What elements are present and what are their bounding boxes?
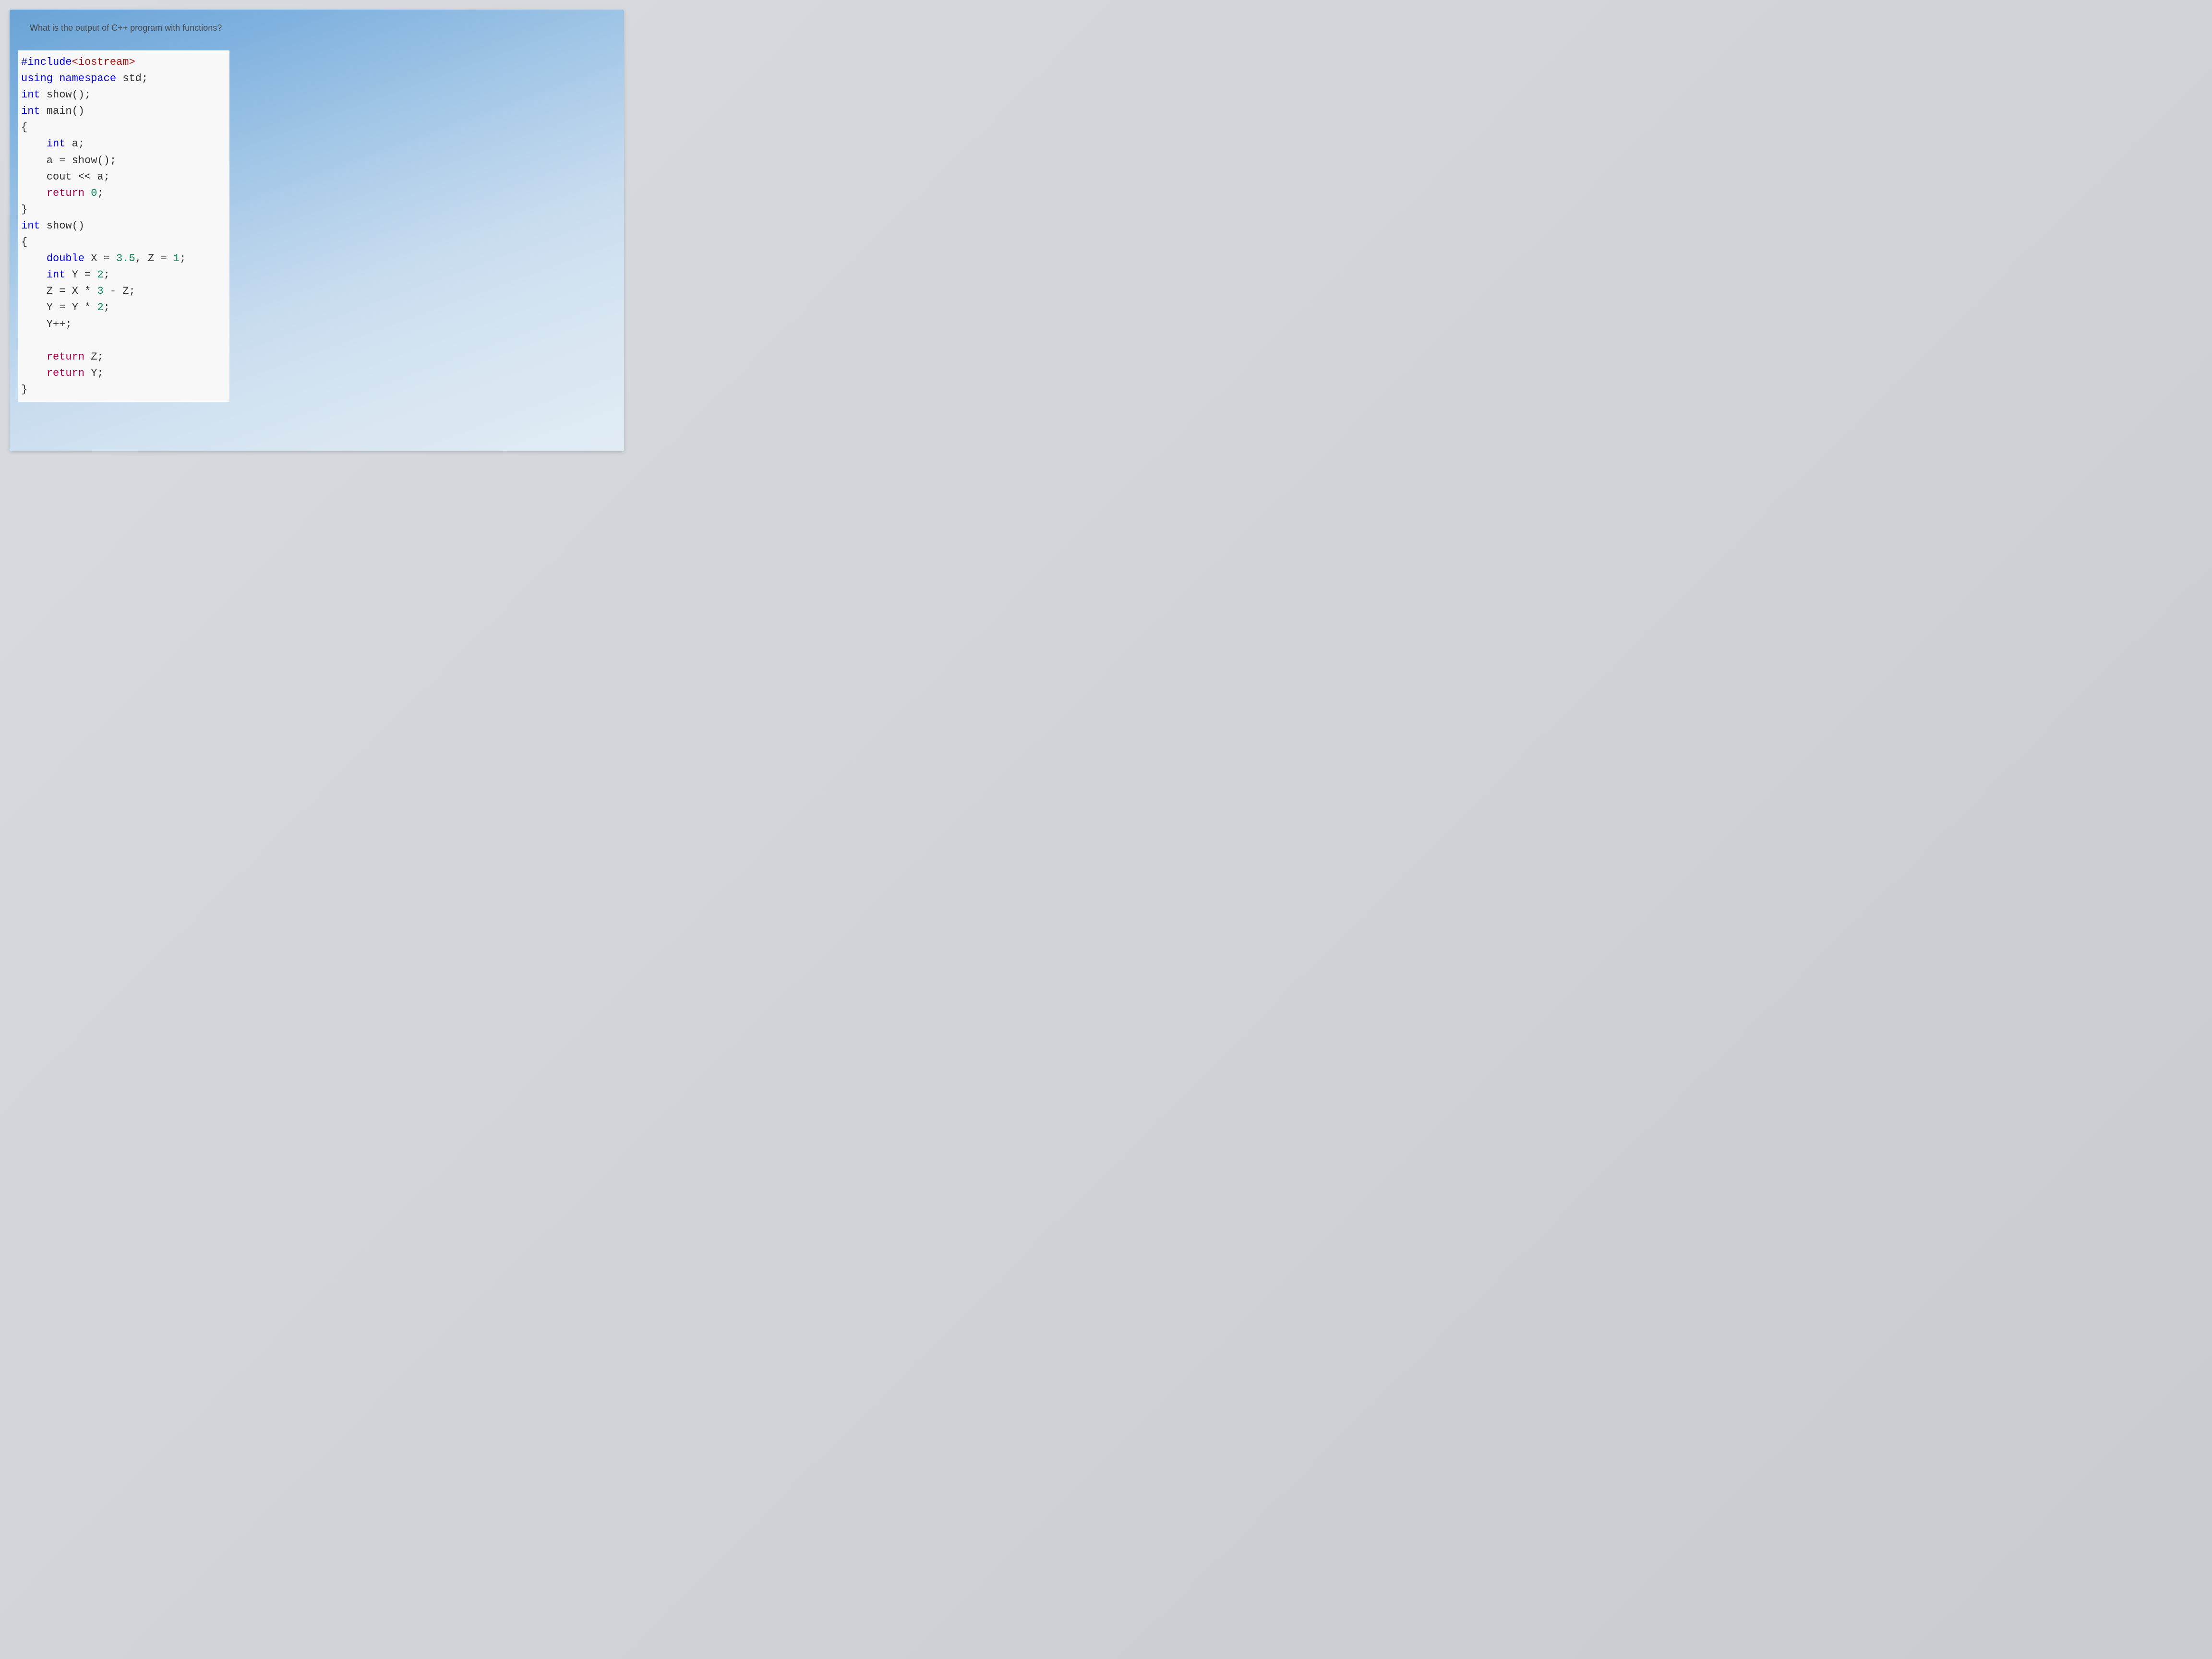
- code-token: ;: [97, 187, 103, 199]
- code-token: [21, 187, 47, 199]
- code-token: Y++;: [21, 318, 72, 330]
- code-token: [84, 187, 91, 199]
- code-line: [21, 333, 224, 349]
- code-token: int: [47, 138, 66, 150]
- code-token: return: [47, 367, 84, 379]
- code-line: using namespace std;: [21, 71, 224, 87]
- question-prompt: What is the output of C++ program with f…: [10, 10, 624, 45]
- code-line: int Y = 2;: [21, 267, 224, 283]
- code-token: cout << a;: [21, 171, 110, 183]
- code-line: return Y;: [21, 365, 224, 382]
- code-token: 3.5: [116, 252, 135, 264]
- code-token: int: [21, 105, 40, 117]
- code-line: int a;: [21, 136, 224, 152]
- code-token: 2: [97, 301, 103, 313]
- code-token: [21, 252, 47, 264]
- code-token: int: [21, 89, 40, 101]
- code-line: }: [21, 382, 224, 398]
- code-token: [21, 351, 47, 363]
- code-line: Y = Y * 2;: [21, 300, 224, 316]
- code-token: [53, 72, 59, 84]
- code-token: return: [47, 187, 84, 199]
- code-line: cout << a;: [21, 169, 224, 185]
- code-line: {: [21, 120, 224, 136]
- code-token: 0: [91, 187, 97, 199]
- code-token: show();: [40, 89, 91, 101]
- question-panel: What is the output of C++ program with f…: [10, 10, 624, 451]
- code-token: [21, 269, 47, 281]
- code-token: {: [21, 236, 27, 248]
- code-line: return 0;: [21, 185, 224, 202]
- code-token: #include: [21, 56, 72, 68]
- code-token: using: [21, 72, 53, 84]
- code-token: ;: [104, 301, 110, 313]
- code-token: 1: [173, 252, 180, 264]
- code-line: int show();: [21, 87, 224, 103]
- code-token: ;: [180, 252, 186, 264]
- code-line: double X = 3.5, Z = 1;: [21, 251, 224, 267]
- code-token: namespace: [59, 72, 116, 84]
- code-token: a = show();: [21, 155, 116, 167]
- code-token: a;: [65, 138, 84, 150]
- code-token: 3: [97, 285, 103, 297]
- code-line: #include<iostream>: [21, 54, 224, 71]
- code-token: [21, 367, 47, 379]
- code-token: - Z;: [104, 285, 135, 297]
- code-token: }: [21, 384, 27, 396]
- code-token: {: [21, 121, 27, 133]
- code-token: <iostream>: [72, 56, 135, 68]
- code-token: [21, 335, 27, 347]
- code-token: Y =: [65, 269, 97, 281]
- code-token: int: [21, 220, 40, 232]
- code-token: Y;: [84, 367, 104, 379]
- code-token: Z = X *: [21, 285, 97, 297]
- code-block: #include<iostream>using namespace std;in…: [18, 50, 229, 402]
- code-line: }: [21, 202, 224, 218]
- code-line: int main(): [21, 103, 224, 120]
- code-token: std;: [116, 72, 148, 84]
- code-token: 2: [97, 269, 103, 281]
- code-line: a = show();: [21, 153, 224, 169]
- code-token: show(): [40, 220, 84, 232]
- code-line: return Z;: [21, 349, 224, 365]
- code-token: X =: [84, 252, 116, 264]
- code-token: int: [47, 269, 66, 281]
- code-token: [21, 138, 47, 150]
- code-line: int show(): [21, 218, 224, 234]
- code-token: Z;: [84, 351, 104, 363]
- code-token: }: [21, 204, 27, 216]
- code-line: Z = X * 3 - Z;: [21, 283, 224, 300]
- code-token: return: [47, 351, 84, 363]
- code-token: double: [47, 252, 84, 264]
- code-token: Y = Y *: [21, 301, 97, 313]
- code-line: Y++;: [21, 316, 224, 333]
- code-token: , Z =: [135, 252, 173, 264]
- code-line: {: [21, 234, 224, 251]
- code-token: main(): [40, 105, 84, 117]
- code-token: ;: [104, 269, 110, 281]
